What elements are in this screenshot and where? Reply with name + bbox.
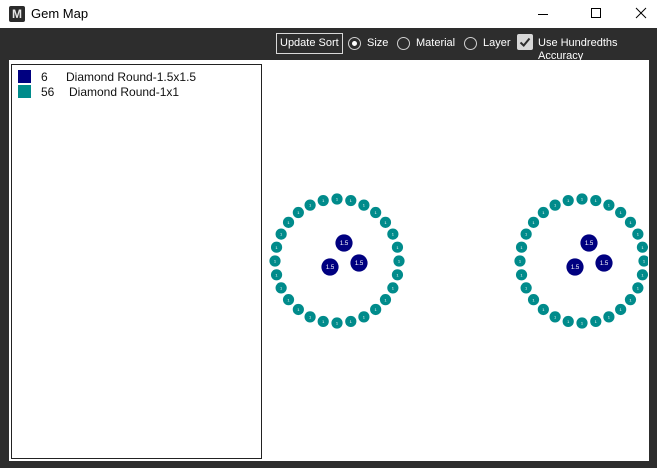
app-logo-icon: M (9, 6, 25, 22)
checkmark-icon (519, 37, 531, 47)
maximize-icon (591, 8, 601, 18)
sort-layer-label: Layer (483, 37, 511, 49)
sort-layer-radio[interactable] (464, 37, 477, 50)
minimize-icon (538, 14, 548, 15)
title-bar: M Gem Map (0, 0, 657, 28)
window-title: Gem Map (31, 6, 89, 21)
gem-map-canvas[interactable]: 111111111111111111111 1 1111111.51.51.5 111… (262, 62, 648, 460)
legend-name: Diamond Round-1.5x1.5 (66, 70, 197, 84)
legend-swatch (18, 70, 31, 83)
center-stone-label: 1.5 (600, 261, 609, 267)
close-button[interactable] (616, 0, 657, 28)
bottom-border (9, 461, 649, 468)
gem-map-window: M Gem Map Update Sort Size Material Laye… (0, 0, 657, 468)
left-border (0, 60, 9, 468)
center-stone-label: 1.5 (355, 261, 364, 267)
gem-cluster: 111111111111111111111 1 1111111.51.51.5 (269, 193, 405, 329)
legend-name: Diamond Round-1x1 (69, 85, 180, 99)
hundredths-accuracy-checkbox[interactable] (517, 34, 533, 50)
legend-swatch (18, 85, 31, 98)
legend-count: 6 (41, 70, 48, 84)
right-border (649, 60, 657, 468)
center-stone-label: 1.5 (326, 265, 335, 271)
update-sort-button[interactable]: Update Sort (276, 33, 343, 54)
gem-cluster: 111111111111111111111 1 1111111.51.51.5 (514, 193, 648, 329)
sort-size-radio[interactable] (348, 37, 361, 50)
sort-material-label: Material (416, 37, 456, 49)
legend-list[interactable]: 6 Diamond Round-1.5x1.5 56 Diamond Round… (11, 64, 262, 459)
maximize-button[interactable] (570, 0, 616, 28)
center-stone-label: 1.5 (571, 265, 580, 271)
center-stone-label: 1.5 (585, 241, 594, 247)
legend-count: 56 (41, 85, 55, 99)
close-icon (635, 7, 647, 19)
sort-material-radio[interactable] (397, 37, 410, 50)
center-stone-label: 1.5 (340, 241, 349, 247)
hundredths-accuracy-label: Use Hundredths Accuracy (538, 37, 618, 62)
minimize-button[interactable] (520, 0, 566, 28)
sort-size-label: Size (367, 37, 389, 49)
toolbar: Update Sort Size Material Layer Use Hund… (0, 28, 657, 62)
